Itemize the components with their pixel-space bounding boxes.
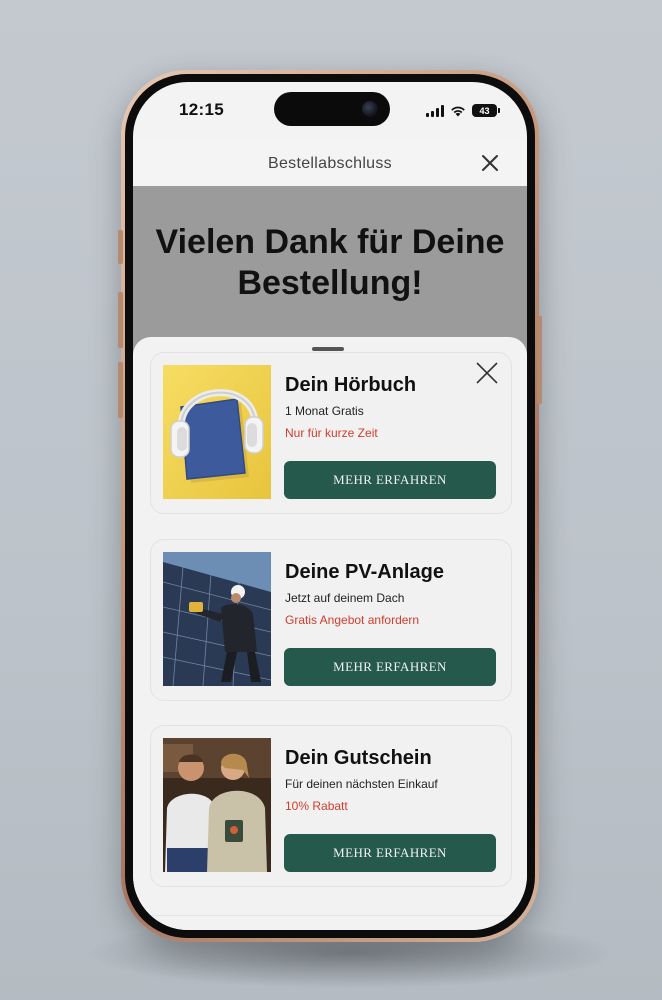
audiobook-image <box>163 365 271 499</box>
sheet-grabber[interactable] <box>312 347 344 351</box>
offer-title: Dein Hörbuch <box>285 374 417 396</box>
offer-subtitle: Jetzt auf deinem Dach <box>285 591 405 605</box>
mehr-erfahren-button[interactable]: MEHR ERFAHREN <box>284 461 496 499</box>
phone-screen: 12:15 43 Bestellabschluss Vielen Dank fü… <box>133 82 527 930</box>
volume-up-button <box>118 292 123 348</box>
wifi-icon <box>451 106 465 116</box>
offer-title: Dein Gutschein <box>285 747 432 769</box>
silent-switch <box>118 230 123 264</box>
thank-you-heading: Vielen Dank für Deine Bestellung! <box>133 222 527 304</box>
phone-bezel: 12:15 43 Bestellabschluss Vielen Dank fü… <box>125 74 535 938</box>
offer-card-audiobook: Dein Hörbuch 1 Monat Gratis Nur für kurz… <box>150 352 512 514</box>
thank-you-line-2: Bestellung! <box>237 264 423 302</box>
cellular-signal-icon <box>426 104 444 117</box>
status-icons: 43 <box>426 104 500 117</box>
offer-card-pv: Deine PV-Anlage Jetzt auf deinem Dach Gr… <box>150 539 512 701</box>
offer-card-voucher: Dein Gutschein Für deinen nächsten Einka… <box>150 725 512 887</box>
offer-highlight: 10% Rabatt <box>285 799 348 813</box>
close-icon[interactable] <box>473 359 501 387</box>
status-time: 12:15 <box>179 100 224 119</box>
voucher-image <box>163 738 271 872</box>
offer-subtitle: Für deinen nächsten Einkauf <box>285 777 438 791</box>
offer-highlight: Gratis Angebot anfordern <box>285 613 420 627</box>
mehr-erfahren-button[interactable]: MEHR ERFAHREN <box>284 834 496 872</box>
mehr-erfahren-button[interactable]: MEHR ERFAHREN <box>284 648 496 686</box>
page-title: Bestellabschluss <box>268 155 392 172</box>
thank-you-line-1: Vielen Dank für Deine <box>155 223 505 261</box>
pv-image <box>163 552 271 686</box>
phone-frame: 12:15 43 Bestellabschluss Vielen Dank fü… <box>118 70 542 942</box>
camera-lens-icon <box>362 101 378 117</box>
volume-down-button <box>118 362 123 418</box>
power-button <box>537 316 542 404</box>
offers-sheet: Dein Hörbuch 1 Monat Gratis Nur für kurz… <box>133 337 527 930</box>
header-bar: Bestellabschluss <box>133 142 527 186</box>
offer-title: Deine PV-Anlage <box>285 561 444 583</box>
offer-highlight: Nur für kurze Zeit <box>285 426 378 440</box>
close-icon[interactable] <box>478 151 502 175</box>
status-bar: 12:15 43 <box>133 82 527 142</box>
dynamic-island <box>274 92 390 126</box>
battery-icon: 43 <box>472 104 500 117</box>
offer-subtitle: 1 Monat Gratis <box>285 404 364 418</box>
divider <box>150 915 510 916</box>
battery-level: 43 <box>479 105 490 116</box>
